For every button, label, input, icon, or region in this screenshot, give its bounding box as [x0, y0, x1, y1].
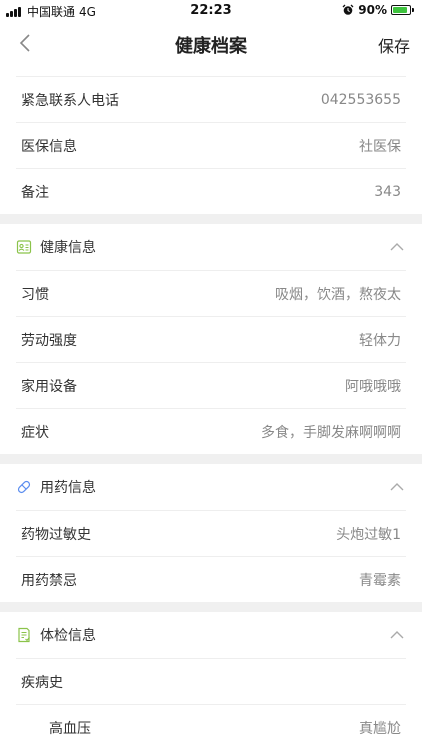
alarm-icon: [342, 4, 354, 15]
row-value: 头炮过敏1: [336, 526, 401, 543]
row-value: 青霉素: [359, 572, 401, 589]
hypertension-row[interactable]: 高血压 真尴尬: [16, 704, 406, 750]
medication-section-header[interactable]: 用药信息: [16, 464, 406, 510]
section-gap: [0, 454, 422, 464]
row-value: 真尴尬: [359, 720, 401, 737]
row-value: 343: [374, 183, 401, 200]
chevron-up-icon[interactable]: [390, 630, 404, 640]
row-label: 药物过敏史: [21, 526, 91, 543]
row-label: 高血压: [49, 720, 91, 737]
row-value: 轻体力: [359, 332, 401, 349]
medication-info-card: 用药信息 药物过敏史 头炮过敏1 用药禁忌 青霉素: [0, 464, 422, 602]
exam-info-card: 体检信息 疾病史 高血压 真尴尬: [0, 612, 422, 750]
allergy-history-row[interactable]: 药物过敏史 头炮过敏1: [16, 510, 406, 556]
section-gap: [0, 602, 422, 612]
habits-row[interactable]: 习惯 吸烟，饮酒，熬夜太: [16, 270, 406, 316]
labor-intensity-row[interactable]: 劳动强度 轻体力: [16, 316, 406, 362]
emergency-contact-row[interactable]: 紧急联系人电话 042553655: [16, 76, 406, 122]
battery-fill: [393, 7, 408, 13]
save-button[interactable]: 保存: [378, 33, 410, 57]
insurance-row[interactable]: 医保信息 社医保: [16, 122, 406, 168]
row-value: 042553655: [320, 91, 401, 108]
symptoms-row[interactable]: 症状 多食，手脚发麻啊啊啊: [16, 408, 406, 454]
nav-bar: 健康档案 保存: [0, 22, 422, 64]
row-label: 习惯: [21, 286, 49, 303]
row-label: 用药禁忌: [21, 572, 77, 589]
section-title: 健康信息: [40, 240, 96, 256]
home-device-row[interactable]: 家用设备 阿哦哦哦: [16, 362, 406, 408]
chevron-up-icon[interactable]: [390, 242, 404, 252]
row-value: 社医保: [359, 138, 401, 155]
section-title-wrap: 健康信息: [16, 237, 96, 257]
exam-section-header[interactable]: 体检信息: [16, 612, 406, 658]
row-label: 疾病史: [21, 674, 63, 691]
row-label: 劳动强度: [21, 332, 77, 349]
row-label: 症状: [21, 424, 49, 441]
section-gap: [0, 214, 422, 224]
contraindication-row[interactable]: 用药禁忌 青霉素: [16, 556, 406, 602]
pill-icon: [17, 480, 31, 494]
health-section-header[interactable]: 健康信息: [16, 224, 406, 270]
battery-icon: [391, 5, 411, 15]
health-record-icon: [16, 240, 32, 254]
remarks-row[interactable]: 备注 343: [16, 168, 406, 214]
section-title: 体检信息: [40, 628, 96, 644]
battery-percent: 90%: [358, 3, 387, 17]
status-right: 90%: [342, 3, 414, 17]
section-title: 用药信息: [40, 480, 96, 496]
battery-tip: [412, 8, 414, 12]
row-value: 多食，手脚发麻啊啊啊: [261, 424, 401, 441]
row-label: 紧急联系人电话: [21, 92, 119, 109]
exam-report-icon: [18, 627, 30, 643]
section-title-wrap: 用药信息: [16, 477, 96, 497]
health-info-card: 健康信息 习惯 吸烟，饮酒，熬夜太 劳动强度 轻体力 家用设备 阿哦哦哦 症状 …: [0, 224, 422, 454]
status-bar: 中国联通 4G 22:23 90%: [0, 0, 422, 22]
nav-spacer: [0, 64, 422, 76]
row-value: 吸烟，饮酒，熬夜太: [275, 286, 401, 303]
row-label: 家用设备: [21, 378, 77, 395]
row-label: 医保信息: [21, 138, 77, 155]
section-title-wrap: 体检信息: [16, 625, 96, 645]
chevron-up-icon[interactable]: [390, 482, 404, 492]
page-title: 健康档案: [175, 36, 247, 57]
row-value: 阿哦哦哦: [345, 378, 401, 395]
disease-history-row: 疾病史: [16, 658, 406, 704]
row-label: 备注: [21, 184, 49, 201]
basic-info-card: 紧急联系人电话 042553655 医保信息 社医保 备注 343: [0, 76, 422, 214]
